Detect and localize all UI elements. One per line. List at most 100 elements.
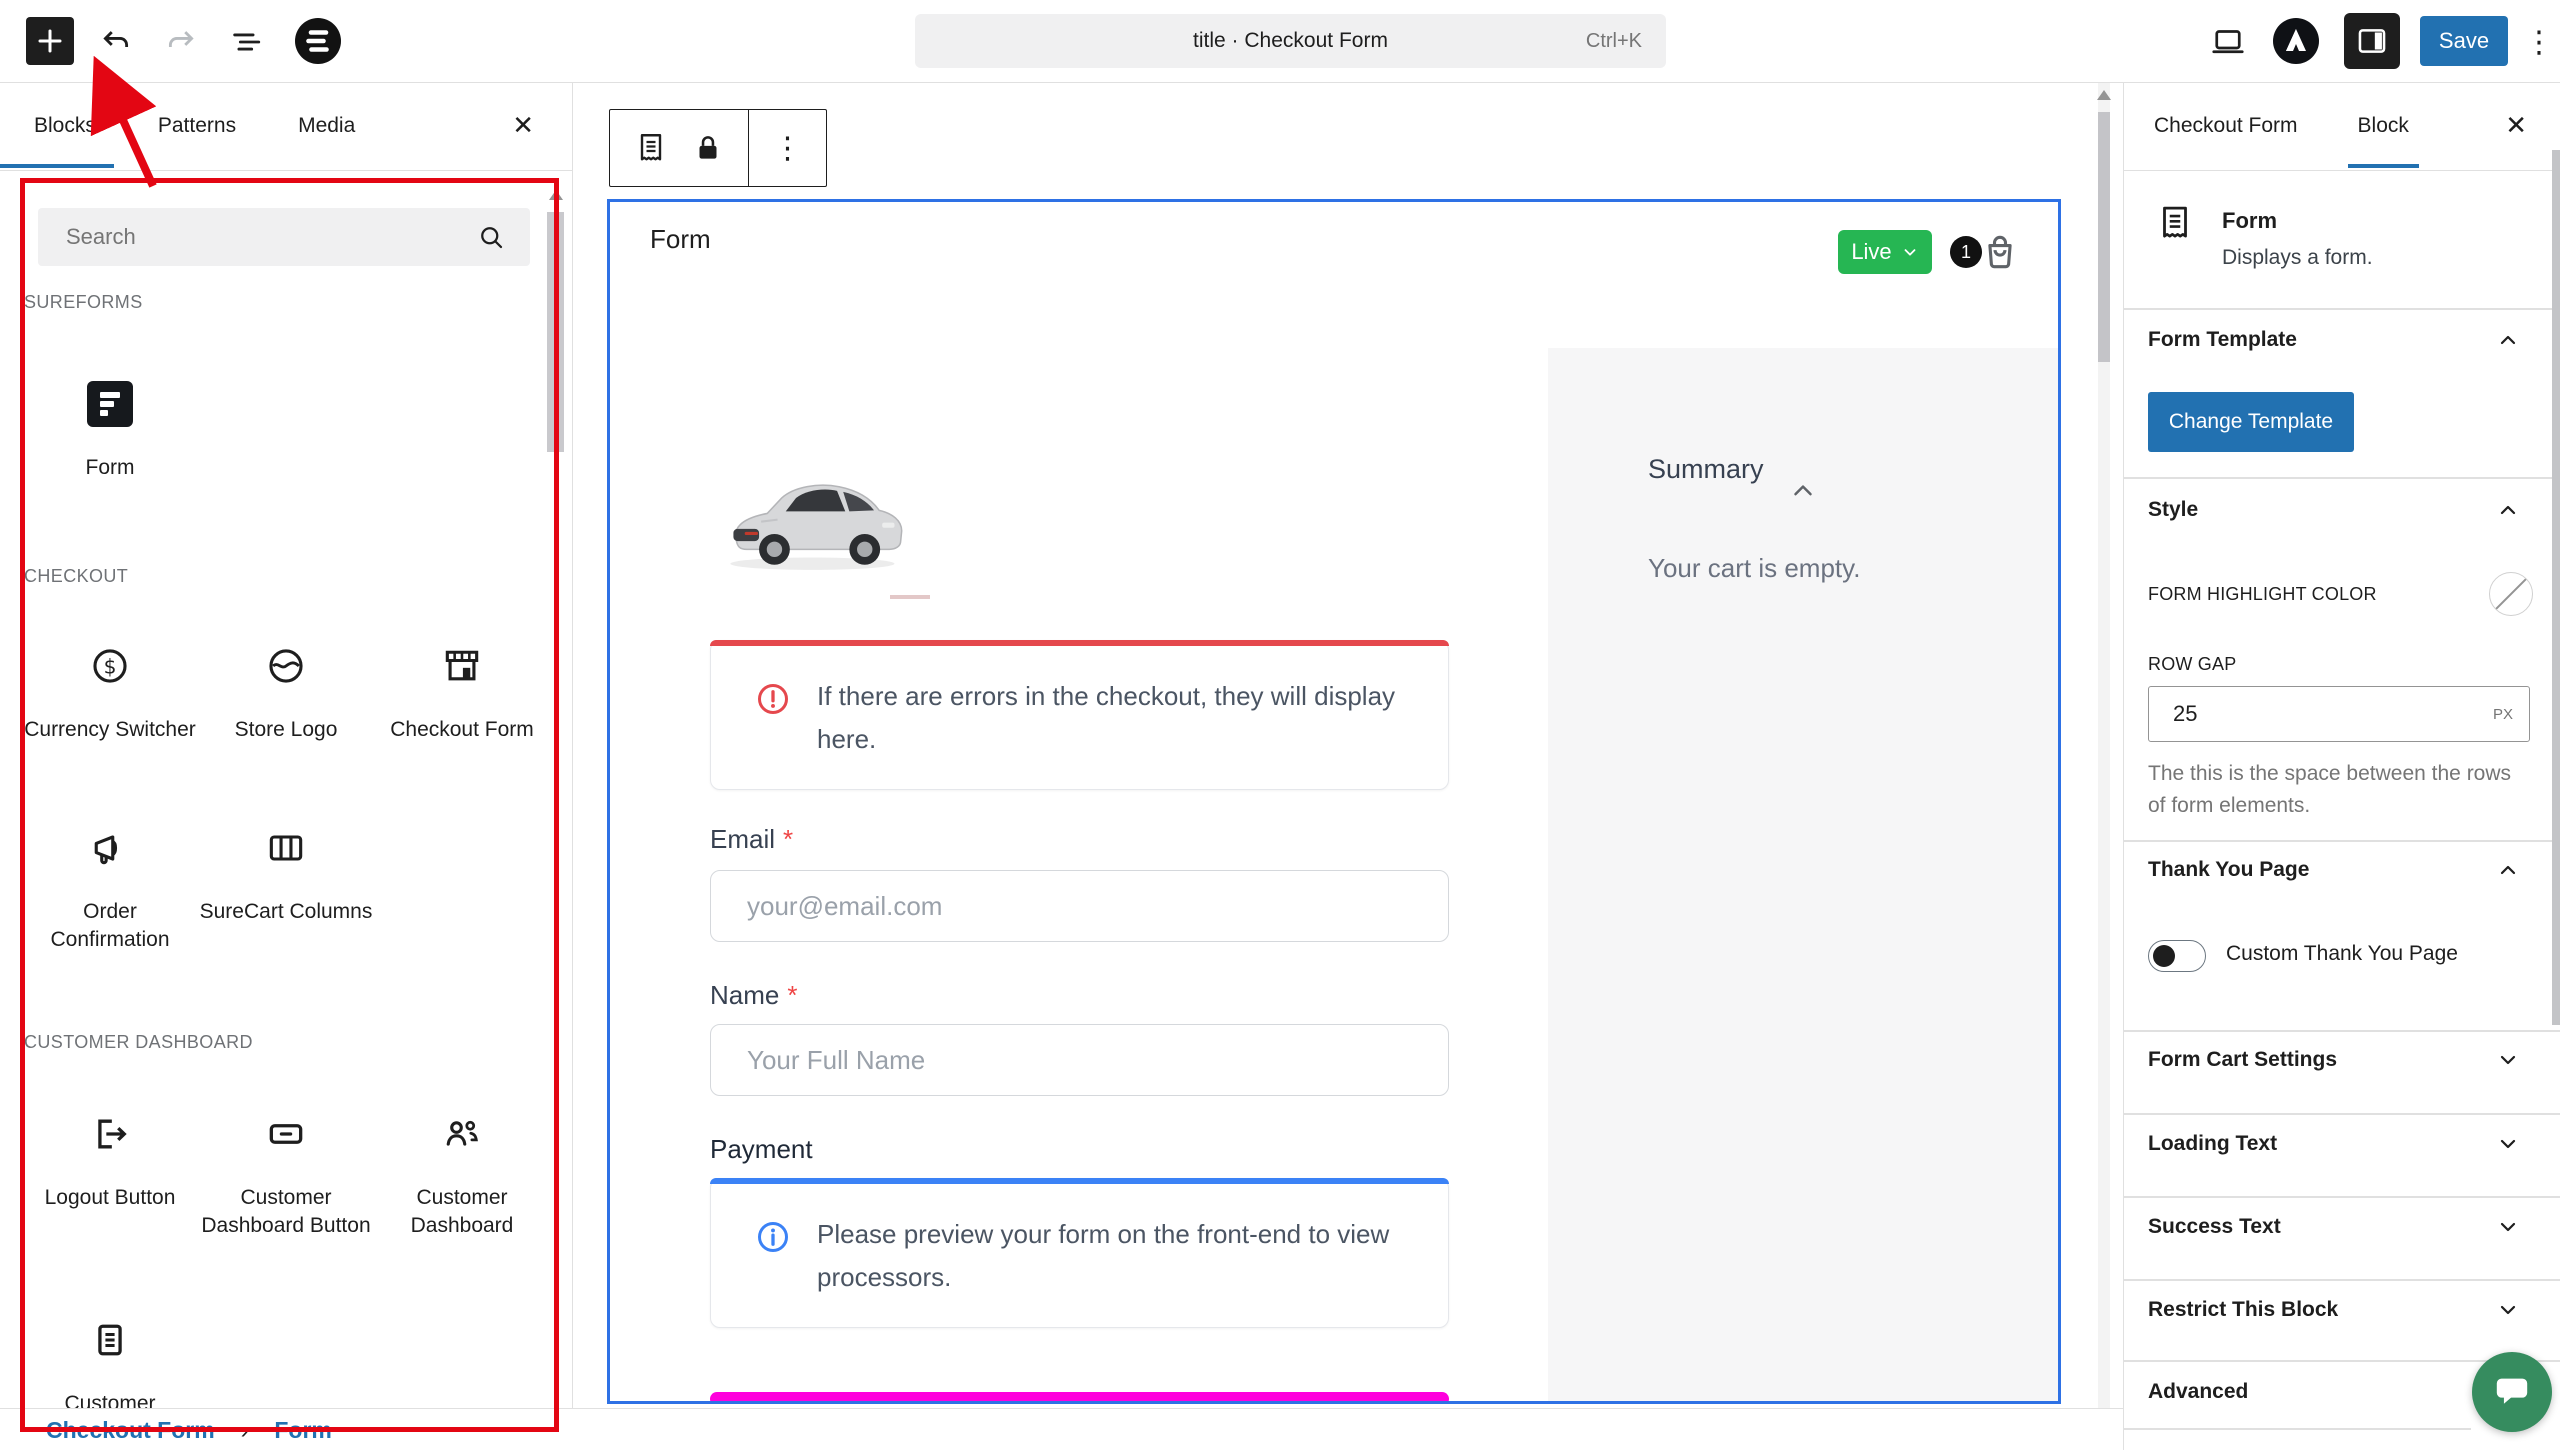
- form-block-toolbar-icon: [633, 130, 669, 166]
- panel-success-text[interactable]: Success Text: [2148, 1205, 2520, 1249]
- astra-button[interactable]: [2272, 17, 2320, 65]
- chat-widget-button[interactable]: [2472, 1352, 2552, 1432]
- left-sidebar-scrollbar[interactable]: [547, 212, 564, 452]
- megaphone-icon: [88, 826, 132, 870]
- undo-button[interactable]: [98, 24, 134, 60]
- block-item-label: Form: [86, 454, 135, 482]
- panel-advanced[interactable]: Advanced: [2148, 1370, 2520, 1414]
- error-notice-card: If there are errors in the checkout, the…: [710, 640, 1449, 790]
- block-editor-app: title · Checkout Form Ctrl+K Save ⋮ Bloc…: [0, 0, 2560, 1450]
- block-item-order-confirmation[interactable]: Order Confirmation: [22, 824, 198, 954]
- storefront-icon: [440, 644, 484, 688]
- tab-blocks[interactable]: Blocks: [26, 84, 104, 168]
- block-item-checkout-form[interactable]: Checkout Form: [374, 642, 550, 744]
- color-swatch-none[interactable]: [2489, 572, 2533, 616]
- live-mode-dropdown[interactable]: Live: [1838, 230, 1932, 274]
- chevron-up-icon: [2496, 328, 2520, 352]
- undo-icon: [99, 25, 133, 59]
- svg-text:$: $: [104, 654, 117, 678]
- search-input[interactable]: [64, 223, 530, 251]
- payment-label: Payment: [710, 1134, 813, 1165]
- tab-media[interactable]: Media: [290, 84, 363, 168]
- cart-count-badge: 1: [1950, 236, 1982, 268]
- list-view-icon: [229, 25, 263, 59]
- canvas-scrollbar[interactable]: [2098, 112, 2110, 362]
- summary-title[interactable]: Summary: [1648, 448, 1778, 491]
- options-menu-button[interactable]: ⋮: [2524, 22, 2554, 62]
- section-sureforms: SUREFORMS: [24, 292, 143, 313]
- tab-checkout-form[interactable]: Checkout Form: [2148, 84, 2304, 168]
- form-block-label: Form: [650, 224, 711, 255]
- block-item-customer-dashboard-button[interactable]: Customer Dashboard Button: [198, 1110, 374, 1240]
- scrollbar-up-arrow[interactable]: [549, 190, 563, 200]
- row-gap-input[interactable]: [2171, 700, 2435, 728]
- row-gap-unit: PX: [2493, 706, 2513, 723]
- surecart-logo[interactable]: [294, 17, 342, 65]
- settings-sidebar-toggle[interactable]: [2344, 13, 2400, 69]
- block-search[interactable]: [38, 208, 530, 266]
- lock-icon[interactable]: [691, 131, 725, 165]
- order-summary-panel: Summary Your cart is empty.: [1548, 348, 2058, 1401]
- cart-empty-message: Your cart is empty.: [1648, 553, 1860, 584]
- change-template-button[interactable]: Change Template: [2148, 392, 2354, 452]
- custom-thank-you-toggle[interactable]: [2148, 940, 2206, 972]
- block-options-button[interactable]: ⋮: [749, 110, 826, 186]
- panel-thank-you-page[interactable]: Thank You Page: [2148, 848, 2520, 892]
- breadcrumb-separator-icon: ›: [241, 1417, 249, 1444]
- editor-header: title · Checkout Form Ctrl+K Save ⋮: [0, 0, 2560, 83]
- block-item-label: Logout Button: [45, 1184, 176, 1212]
- form-block-icon: [87, 381, 133, 427]
- panel-loading-text[interactable]: Loading Text: [2148, 1122, 2520, 1166]
- close-settings-icon[interactable]: ✕: [2505, 110, 2527, 141]
- block-inserter-button[interactable]: [26, 17, 74, 65]
- list-view-button[interactable]: [228, 24, 264, 60]
- tab-patterns[interactable]: Patterns: [150, 84, 244, 168]
- chevron-down-icon: [2496, 1215, 2520, 1239]
- search-icon: [476, 222, 506, 252]
- preview-button[interactable]: [2205, 22, 2251, 62]
- document-title-bar[interactable]: title · Checkout Form Ctrl+K: [915, 14, 1666, 68]
- block-item-surecart-columns[interactable]: SureCart Columns: [198, 824, 374, 954]
- block-item-logout-button[interactable]: Logout Button: [22, 1110, 198, 1240]
- block-item-label: Customer Dashboard: [374, 1184, 550, 1240]
- block-item-label: Customer: [64, 1390, 155, 1408]
- editor-canvas: ⋮ Form Live 1 Summary Your cart is empty…: [573, 82, 2123, 1408]
- redo-button[interactable]: [163, 24, 199, 60]
- settings-tabs: Checkout Form Block ✕: [2124, 82, 2560, 171]
- astra-icon: [2272, 17, 2320, 65]
- block-item-customer-dashboard[interactable]: Customer Dashboard: [374, 1110, 550, 1240]
- section-customer-dashboard: CUSTOMER DASHBOARD: [24, 1032, 253, 1053]
- row-gap-help: The this is the space between the rows o…: [2148, 758, 2528, 821]
- save-button[interactable]: Save: [2420, 16, 2508, 66]
- chevron-up-icon[interactable]: [1788, 476, 1818, 506]
- close-inserter-icon[interactable]: ✕: [512, 110, 534, 141]
- panel-style[interactable]: Style: [2148, 488, 2520, 532]
- currency-icon: $: [88, 644, 132, 688]
- block-item-customer[interactable]: Customer: [22, 1316, 198, 1408]
- people-icon: [440, 1112, 484, 1156]
- highlight-color-label: FORM HIGHLIGHT COLOR: [2148, 584, 2377, 605]
- block-item-currency-switcher[interactable]: $ Currency Switcher: [22, 642, 198, 744]
- block-item-store-logo[interactable]: Store Logo: [198, 642, 374, 744]
- panel-form-template[interactable]: Form Template: [2148, 318, 2520, 362]
- right-sidebar-scrollbar[interactable]: [2552, 150, 2560, 1025]
- required-asterisk: *: [783, 824, 793, 854]
- breadcrumb-current[interactable]: Form: [274, 1417, 332, 1444]
- canvas-scroll-up-arrow[interactable]: [2097, 90, 2111, 100]
- chevron-up-icon: [2496, 858, 2520, 882]
- form-block-selected[interactable]: Form Live 1 Summary Your cart is empty.: [607, 199, 2061, 1404]
- chat-bubble-icon: [2492, 1372, 2532, 1412]
- email-field[interactable]: [710, 870, 1449, 942]
- sidebar-panel-icon: [2355, 24, 2389, 58]
- name-field[interactable]: [710, 1024, 1449, 1096]
- live-label: Live: [1851, 239, 1891, 265]
- block-card-title: Form: [2222, 208, 2277, 234]
- cart-bag-icon[interactable]: [1978, 230, 2022, 274]
- tab-block[interactable]: Block: [2352, 84, 2415, 168]
- breadcrumb-root[interactable]: Checkout Form: [46, 1417, 215, 1444]
- block-item-label: Checkout Form: [390, 716, 534, 744]
- panel-restrict-this-block[interactable]: Restrict This Block: [2148, 1288, 2520, 1332]
- block-item-form[interactable]: Form: [22, 380, 198, 482]
- name-label: Name*: [710, 980, 797, 1011]
- panel-form-cart-settings[interactable]: Form Cart Settings: [2148, 1038, 2520, 1082]
